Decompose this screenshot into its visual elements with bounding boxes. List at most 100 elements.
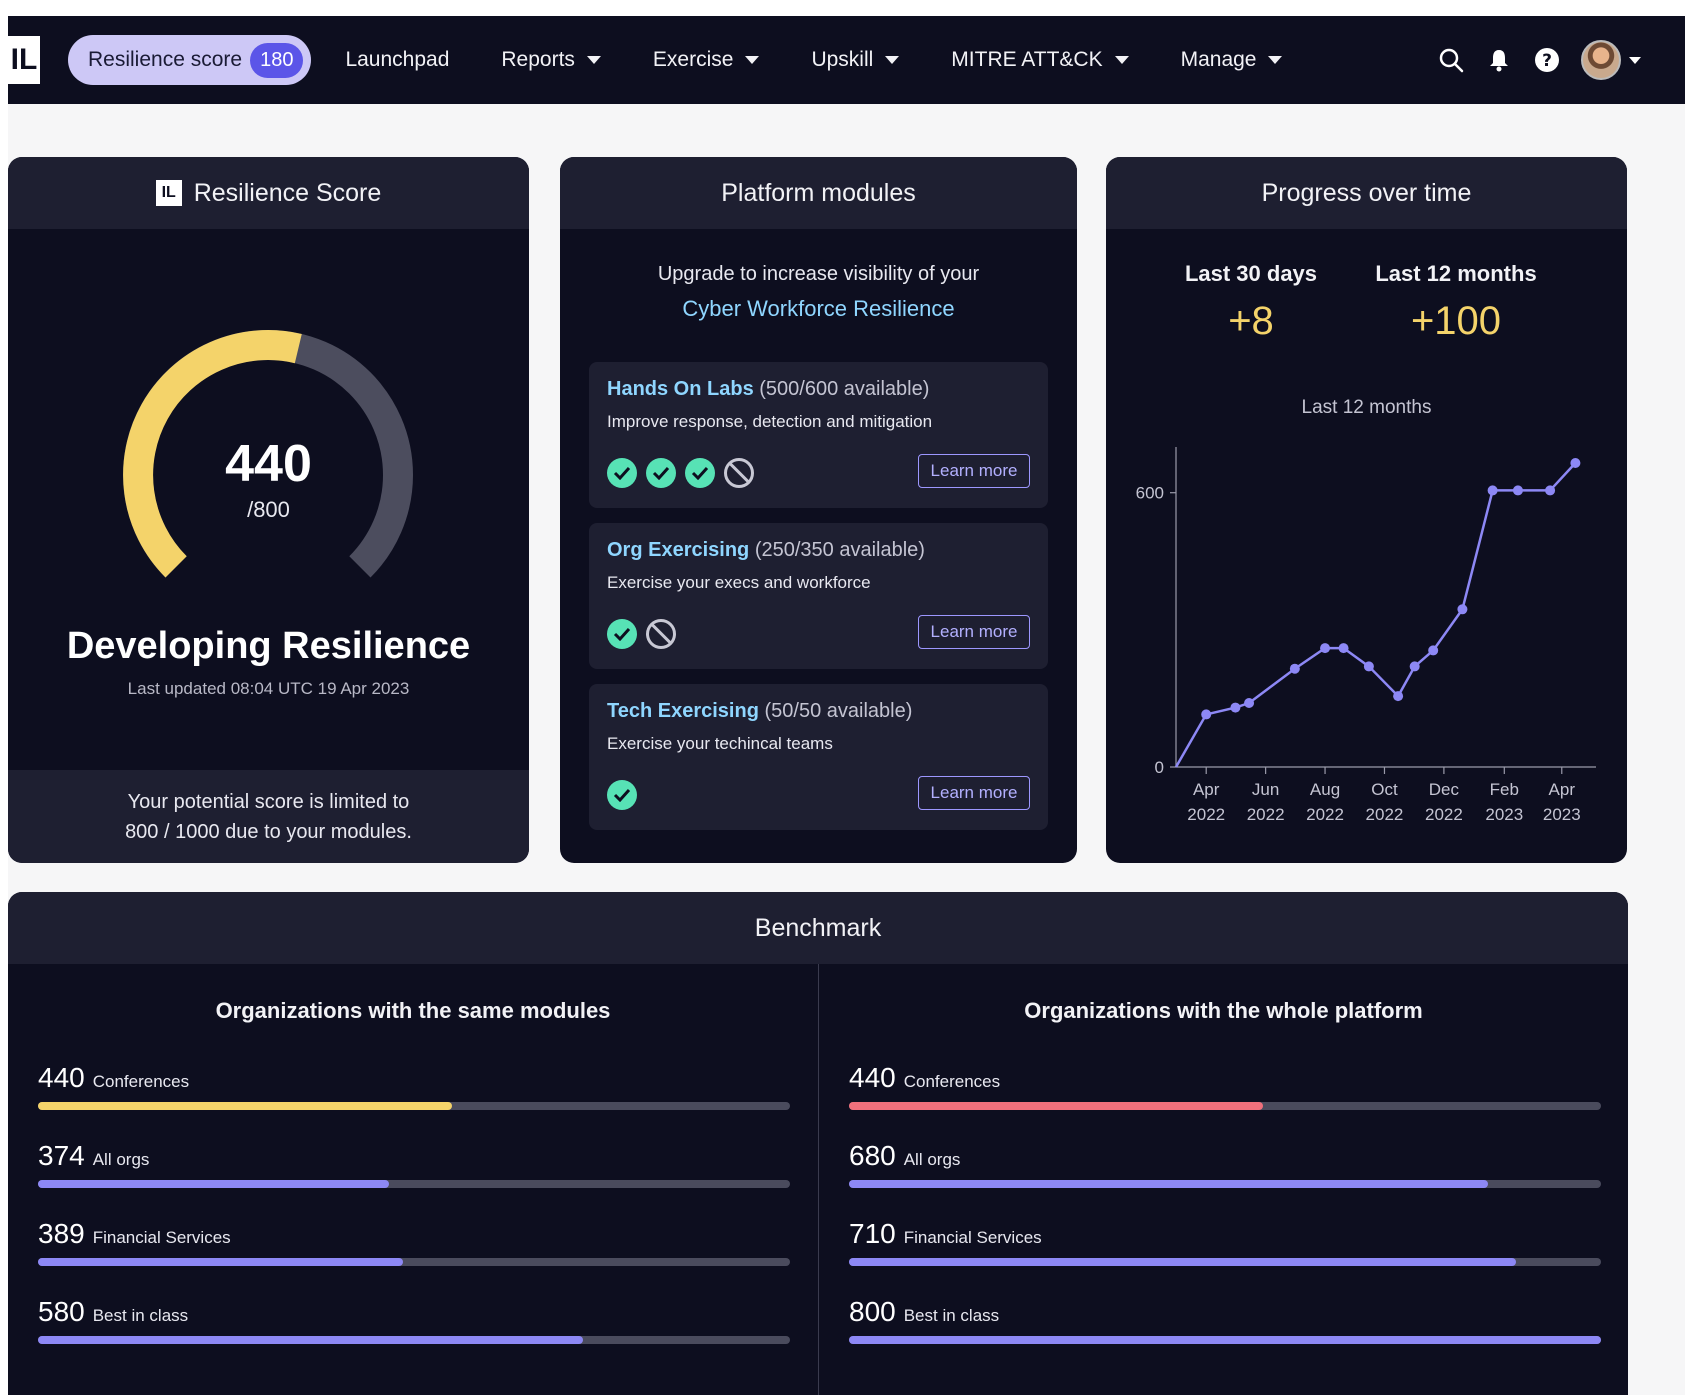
benchmark-row: 800 Best in class [849, 1296, 1601, 1344]
nav-reports[interactable]: Reports [501, 48, 601, 72]
module-description: Exercise your execs and workforce [607, 573, 871, 592]
benchmark-track [38, 1336, 790, 1344]
module-description: Exercise your techincal teams [607, 734, 833, 753]
benchmark-fill [38, 1102, 452, 1110]
resilience-score-label: Resilience score [88, 48, 243, 71]
module-name: Org Exercising [607, 539, 750, 561]
benchmark-card-header: Benchmark [8, 892, 1628, 964]
benchmark-value: 580 [38, 1296, 85, 1327]
nav-upskill[interactable]: Upskill [811, 48, 900, 72]
progress-card-title: Progress over time [1261, 178, 1472, 207]
benchmark-fill [38, 1180, 390, 1188]
benchmark-value: 440 [38, 1062, 85, 1093]
benchmark-category: Financial Services [92, 1228, 231, 1247]
benchmark-column-title: Organizations with the whole platform [1024, 998, 1423, 1023]
potential-note-line1: Your potential score is limited to [127, 790, 410, 813]
data-point [1409, 661, 1420, 672]
x-tick-label-year: 2022 [1247, 805, 1285, 824]
learn-more-button[interactable]: Learn more [918, 615, 1030, 649]
benchmark-track [38, 1258, 790, 1266]
modules-intro: Upgrade to increase visibility of your C… [560, 263, 1077, 322]
chevron-down-icon [1114, 56, 1129, 64]
x-tick-label-month: Apr [1193, 780, 1220, 799]
series-line [1174, 462, 1577, 768]
data-point [1201, 709, 1212, 720]
data-point [1230, 702, 1241, 713]
left-margin [0, 0, 8, 1395]
nav-launchpad-label: Launchpad [345, 48, 450, 71]
stat-label: Last 12 months [1375, 261, 1537, 286]
benchmark-row: 389 Financial Services [38, 1218, 790, 1266]
nav-reports-label: Reports [501, 48, 575, 71]
benchmark-category: All orgs [903, 1150, 961, 1169]
chevron-down-icon [1268, 56, 1283, 64]
data-point [1512, 485, 1523, 496]
data-point [1244, 698, 1255, 708]
resilience-score-pill[interactable]: Resilience score 180 [68, 35, 312, 85]
benchmark-fill [38, 1336, 584, 1344]
learn-more-button[interactable]: Learn more [918, 454, 1030, 488]
nav-manage-label: Manage [1180, 48, 1257, 71]
benchmark-column-title: Organizations with the same modules [215, 998, 611, 1023]
ban-icon [724, 458, 754, 488]
user-menu[interactable] [1581, 40, 1641, 80]
modules-card-title: Platform modules [721, 178, 916, 207]
data-point [1457, 604, 1468, 615]
module-org-exercising: Org Exercising (250/350 available) Exerc… [589, 523, 1048, 669]
benchmark-track [38, 1102, 790, 1110]
data-point [1363, 661, 1374, 672]
benchmark-whole-platform: Organizations with the whole platform 44… [818, 964, 1628, 1395]
data-point [1393, 691, 1404, 702]
y-tick-label: 600 [1136, 484, 1164, 503]
stat-value: +8 [1228, 299, 1274, 343]
benchmark-track [849, 1180, 1601, 1188]
module-tech-exercising: Tech Exercising (50/50 available) Exerci… [589, 684, 1048, 830]
app-logo[interactable]: IL [8, 36, 40, 84]
benchmark-value: 680 [849, 1140, 896, 1171]
benchmark-track [849, 1102, 1601, 1110]
chevron-down-icon [1629, 56, 1641, 64]
nav-manage[interactable]: Manage [1181, 48, 1283, 72]
svg-text:?: ? [1542, 51, 1552, 71]
benchmark-card-title: Benchmark [754, 913, 882, 942]
x-tick-label-month: Aug [1310, 780, 1340, 799]
module-description: Improve response, detection and mitigati… [607, 412, 933, 431]
learn-more-button[interactable]: Learn more [918, 776, 1030, 810]
x-tick-label-year: 2022 [1425, 805, 1463, 824]
resilience-card-header: IL Resilience Score [8, 157, 529, 229]
benchmark-category: Best in class [92, 1306, 189, 1325]
bell-icon[interactable] [1485, 46, 1513, 74]
module-availability: (50/50 available) [764, 700, 913, 722]
top-margin [0, 0, 1685, 16]
chart-title: Last 12 months [1301, 397, 1432, 418]
modules-card-header: Platform modules [560, 157, 1077, 229]
benchmark-row: 440 Conferences [849, 1062, 1601, 1110]
il-logo-icon: IL [155, 180, 182, 206]
nav-exercise-label: Exercise [652, 48, 734, 71]
check-circle-icon [607, 780, 637, 810]
data-point [1428, 645, 1439, 656]
resilience-score-card: IL Resilience Score 440 /800 Developing … [8, 157, 529, 863]
benchmark-row: 440 Conferences [38, 1062, 790, 1110]
nav-launchpad[interactable]: Launchpad [345, 48, 449, 72]
check-circle-icon [607, 619, 637, 649]
chevron-down-icon [745, 56, 760, 64]
chevron-down-icon [885, 56, 900, 64]
benchmark-fill [849, 1180, 1489, 1188]
x-tick-label-year: 2023 [1485, 805, 1523, 824]
x-tick-label-month: Oct [1371, 780, 1398, 799]
benchmark-category: Best in class [903, 1306, 1000, 1325]
progress-over-time-card: Progress over time Last 30 days +8 Last … [1106, 157, 1627, 863]
data-point [1338, 643, 1349, 654]
search-icon[interactable] [1437, 46, 1465, 74]
data-point [1320, 643, 1331, 654]
module-hands-on-labs: Hands On Labs (500/600 available) Improv… [589, 362, 1048, 508]
benchmark-category: Financial Services [903, 1228, 1042, 1247]
benchmark-row: 374 All orgs [38, 1140, 790, 1188]
nav-exercise[interactable]: Exercise [653, 48, 760, 72]
resilience-score-badge: 180 [250, 42, 304, 78]
help-icon[interactable]: ? [1533, 46, 1561, 74]
data-point [1289, 663, 1300, 674]
nav-mitre[interactable]: MITRE ATT&CK [951, 48, 1129, 72]
benchmark-row: 710 Financial Services [849, 1218, 1601, 1266]
